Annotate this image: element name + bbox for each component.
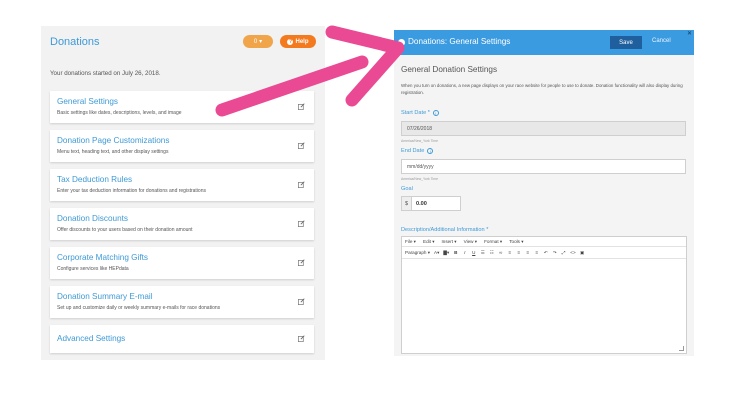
menu-label: Tools — [509, 238, 520, 244]
editor-menu-format[interactable]: Format ▾ — [484, 239, 502, 245]
align-right-icon[interactable]: ≡ — [525, 250, 530, 255]
editor-toolbar: Paragraph ▾ A▾ ▇▾ B I U ☰ ☷ ∞ ≡ ≡ ≡ ≡ ↶ … — [402, 247, 686, 259]
card-description: Configure services like HEPdata — [57, 266, 129, 272]
menu-label: Format — [484, 238, 499, 244]
goal-label: Goal — [401, 186, 413, 192]
arrow-head — [325, 25, 405, 107]
format-label: Paragraph — [405, 249, 427, 255]
card-description: Offer discounts to your users based on t… — [57, 227, 193, 233]
start-date-field[interactable]: 07/26/2018 — [401, 121, 686, 136]
start-date-label: Start Date * i — [401, 110, 439, 116]
close-icon[interactable]: ✕ — [687, 31, 692, 37]
goal-value: 0.00 — [416, 200, 427, 207]
align-left-icon[interactable]: ≡ — [507, 250, 512, 255]
start-timezone: America/New_York Time — [401, 139, 438, 143]
cancel-button[interactable]: Cancel — [652, 38, 671, 44]
edit-icon[interactable] — [298, 103, 305, 110]
end-date-field[interactable]: mm/dd/yyyy — [401, 159, 686, 174]
edit-icon[interactable] — [298, 298, 305, 305]
card-title: Donation Discounts — [57, 214, 128, 223]
rich-text-editor[interactable]: File ▾ Edit ▾ Insert ▾ View ▾ Format ▾ T… — [401, 236, 687, 354]
section-description: When you turn on donations, a new page d… — [401, 83, 683, 95]
card-matching-gifts[interactable]: Corporate Matching Gifts Configure servi… — [50, 247, 314, 279]
editor-menu-edit[interactable]: Edit ▾ — [423, 239, 435, 245]
undo-icon[interactable]: ↶ — [543, 250, 548, 256]
help-button[interactable]: ? Help — [280, 35, 316, 48]
card-advanced-settings[interactable]: Advanced Settings — [50, 325, 314, 353]
goal-label-text: Goal — [401, 186, 413, 192]
chevron-down-icon: ▾ — [259, 39, 263, 45]
editor-menu-view[interactable]: View ▾ — [464, 239, 477, 245]
edit-icon[interactable] — [298, 181, 305, 188]
italic-icon[interactable]: I — [462, 250, 467, 255]
start-date-label-text: Start Date * — [401, 110, 430, 116]
info-icon[interactable]: i — [432, 110, 439, 116]
globe-icon — [398, 39, 405, 46]
fullscreen-icon[interactable]: ⤢ — [561, 250, 566, 255]
end-timezone: America/New_York Time — [401, 177, 438, 181]
panel-header: Donations: General Settings — [394, 30, 694, 55]
card-title: Advanced Settings — [57, 334, 126, 343]
save-button[interactable]: Save — [610, 36, 642, 49]
card-description: Set up and customize daily or weekly sum… — [57, 305, 221, 311]
underline-icon[interactable]: U — [471, 250, 476, 255]
card-title: Donation Summary E-mail — [57, 292, 153, 301]
menu-label: File — [405, 238, 413, 244]
code-icon[interactable]: <> — [570, 250, 575, 255]
goal-field[interactable]: $ 0.00 — [401, 196, 461, 211]
editor-menubar: File ▾ Edit ▾ Insert ▾ View ▾ Format ▾ T… — [402, 237, 686, 247]
bullet-list-icon[interactable]: ☰ — [480, 250, 485, 256]
card-title: Corporate Matching Gifts — [57, 253, 149, 262]
description-label: Description/Additional Information * — [401, 227, 488, 233]
edit-icon[interactable] — [298, 142, 305, 149]
count-badge[interactable]: 0 ▾ — [243, 35, 273, 48]
card-title: Tax Deduction Rules — [57, 175, 133, 184]
donations-panel: Donations 0 ▾ ? Help Your donations star… — [41, 26, 325, 360]
end-date-label: End Date i — [401, 148, 434, 154]
card-page-customizations[interactable]: Donation Page Customizations Menu text, … — [50, 130, 314, 162]
badge-count: 0 — [253, 38, 258, 45]
donations-intro: Your donations started on July 26, 2018. — [50, 70, 161, 77]
link-icon[interactable]: ∞ — [498, 250, 503, 255]
description-label-text: Description/Additional Information * — [401, 227, 489, 233]
edit-icon[interactable] — [298, 259, 305, 266]
menu-label: View — [463, 238, 474, 244]
edit-icon[interactable] — [298, 335, 305, 342]
card-general-settings[interactable]: General Settings Basic settings like dat… — [50, 91, 314, 123]
highlight-icon[interactable]: ▇▾ — [443, 250, 449, 256]
edit-icon[interactable] — [298, 220, 305, 227]
info-icon[interactable]: i — [427, 148, 434, 154]
align-justify-icon[interactable]: ≡ — [534, 250, 539, 255]
help-label: Help — [295, 38, 309, 45]
card-tax-deduction[interactable]: Tax Deduction Rules Enter your tax deduc… — [50, 169, 314, 201]
editor-menu-tools[interactable]: Tools ▾ — [509, 239, 523, 245]
editor-menu-insert[interactable]: Insert ▾ — [442, 239, 457, 245]
image-icon[interactable]: ▣ — [580, 250, 585, 256]
card-title: Donation Page Customizations — [57, 136, 170, 145]
bold-icon[interactable]: B — [453, 250, 458, 255]
menu-label: Insert — [441, 238, 454, 244]
editor-menu-file[interactable]: File ▾ — [405, 239, 416, 245]
card-description: Enter your tax deduction information for… — [57, 188, 206, 194]
section-title: General Donation Settings — [401, 65, 498, 74]
card-description: Basic settings like dates, descriptions,… — [57, 110, 182, 116]
format-select[interactable]: Paragraph ▾ — [405, 250, 430, 256]
end-date-label-text: End Date — [401, 148, 425, 154]
card-description: Menu text, heading text, and other displ… — [57, 149, 169, 155]
menu-label: Edit — [423, 238, 431, 244]
resize-handle[interactable] — [679, 346, 684, 351]
redo-icon[interactable]: ↷ — [552, 250, 557, 256]
question-icon: ? — [287, 38, 294, 45]
page-title: Donations — [50, 36, 100, 48]
font-color-icon[interactable]: A▾ — [434, 250, 439, 256]
general-settings-panel: Donations: General Settings Save Cancel … — [394, 30, 694, 356]
panel-title: Donations: General Settings — [408, 37, 511, 46]
dollar-icon: $ — [402, 197, 412, 210]
align-center-icon[interactable]: ≡ — [516, 250, 521, 255]
card-title: General Settings — [57, 97, 118, 106]
card-summary-email[interactable]: Donation Summary E-mail Set up and custo… — [50, 286, 314, 318]
card-donation-discounts[interactable]: Donation Discounts Offer discounts to yo… — [50, 208, 314, 240]
numbered-list-icon[interactable]: ☷ — [489, 250, 494, 256]
